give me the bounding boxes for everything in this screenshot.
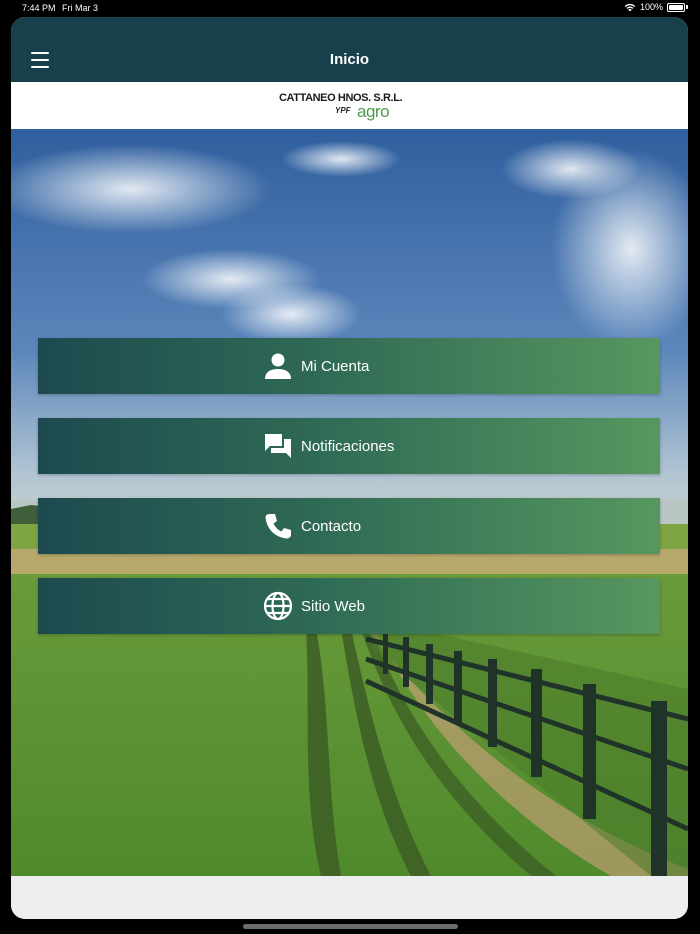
notificaciones-button[interactable]: Notificaciones bbox=[38, 418, 660, 474]
mi-cuenta-button[interactable]: Mi Cuenta bbox=[38, 338, 660, 394]
app-window: Inicio CATTANEO HNOS. S.R.L. YPF agro Mi… bbox=[11, 17, 688, 919]
battery-tip bbox=[686, 5, 688, 9]
notificaciones-label: Notificaciones bbox=[301, 437, 395, 455]
status-date: Fri Mar 3 bbox=[62, 3, 98, 13]
contacto-label: Contacto bbox=[301, 517, 362, 535]
status-indicators: 100% bbox=[624, 2, 688, 12]
navigation-bar: Inicio bbox=[11, 17, 688, 82]
logo-banner: CATTANEO HNOS. S.R.L. YPF agro bbox=[11, 82, 688, 129]
status-time: 7:44 PM bbox=[22, 3, 56, 13]
globe-icon bbox=[263, 591, 293, 621]
status-bar: 7:44 PM Fri Mar 3 100% bbox=[0, 0, 700, 17]
chat-bubbles-icon bbox=[263, 431, 293, 461]
sitio-web-label: Sitio Web bbox=[301, 597, 365, 615]
battery-percent: 100% bbox=[639, 2, 663, 12]
mi-cuenta-label: Mi Cuenta bbox=[301, 357, 370, 375]
logo-brand-small: YPF bbox=[335, 106, 351, 115]
sitio-web-button[interactable]: Sitio Web bbox=[38, 578, 660, 634]
logo-brand-large: agro bbox=[357, 102, 390, 121]
phone-icon bbox=[263, 511, 293, 541]
battery-icon bbox=[667, 2, 685, 12]
page-title: Inicio bbox=[329, 51, 370, 68]
home-indicator[interactable] bbox=[243, 924, 458, 929]
wifi-icon bbox=[624, 3, 636, 11]
company-logo: CATTANEO HNOS. S.R.L. YPF agro bbox=[279, 92, 403, 122]
bottom-strip bbox=[11, 876, 688, 919]
person-icon bbox=[263, 351, 293, 381]
contacto-button[interactable]: Contacto bbox=[38, 498, 660, 554]
